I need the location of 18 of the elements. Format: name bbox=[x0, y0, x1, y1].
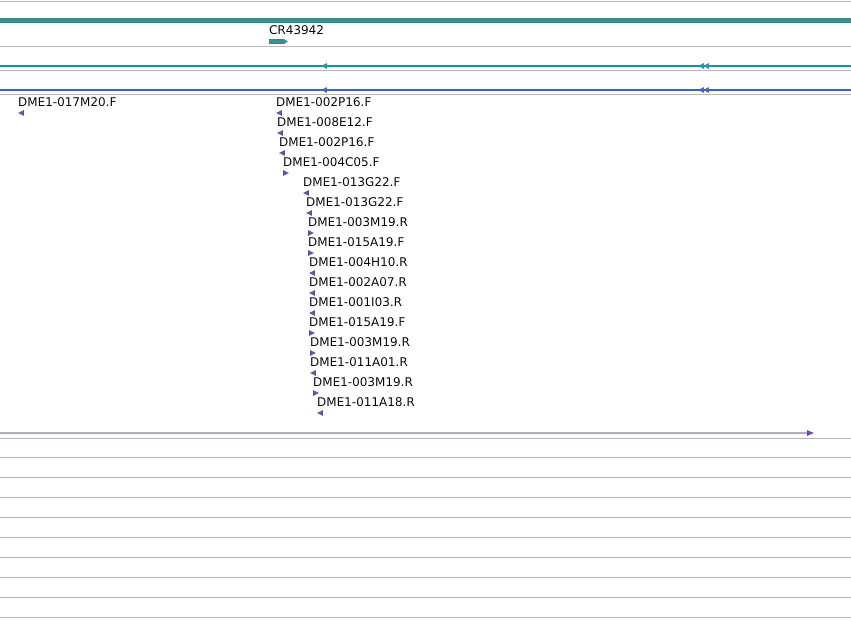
read-label: DME1-004C05.F bbox=[283, 156, 380, 169]
gene-label: CR43942 bbox=[269, 24, 324, 37]
read-label: DME1-011A18.R bbox=[317, 396, 415, 409]
read-label: DME1-011A01.R bbox=[310, 356, 408, 369]
read-label: DME1-003M19.R bbox=[313, 376, 413, 389]
read-label: DME1-001I03.R bbox=[309, 296, 402, 309]
read-label: DME1-015A19.F bbox=[309, 316, 406, 329]
read-label: DME1-003M19.R bbox=[310, 336, 410, 349]
read-label: DME1-002P16.F bbox=[276, 96, 372, 109]
read-label: DME1-004H10.R bbox=[309, 256, 408, 269]
read-label: DME1-008E12.F bbox=[277, 116, 373, 129]
read-label: DME1-002P16.F bbox=[279, 136, 374, 149]
read-label: DME1-017M20.F bbox=[18, 96, 116, 109]
read-label: DME1-002A07.R bbox=[309, 276, 407, 289]
read-label: DME1-013G22.F bbox=[303, 176, 400, 189]
read-label: DME1-015A19.F bbox=[308, 236, 404, 249]
read-label: DME1-003M19.R bbox=[308, 216, 408, 229]
read-label: DME1-013G22.F bbox=[306, 196, 404, 209]
